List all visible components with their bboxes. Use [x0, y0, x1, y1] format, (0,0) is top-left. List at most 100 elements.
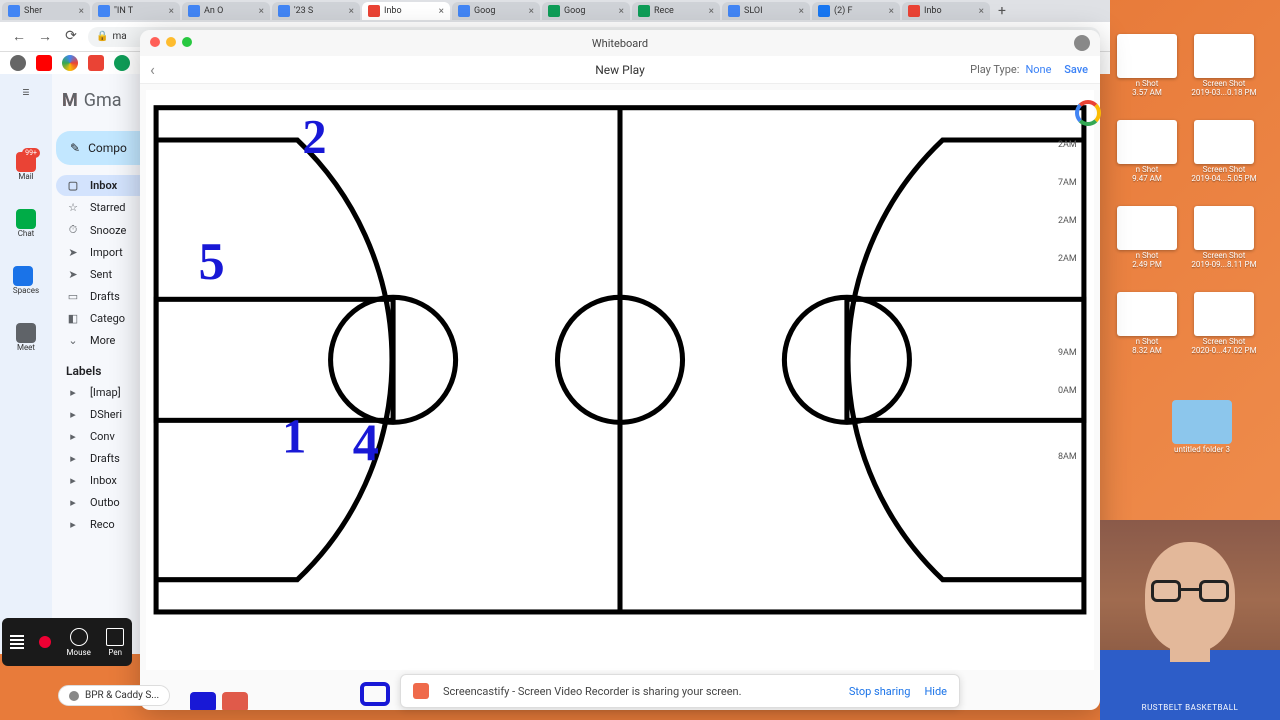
nav-label: Starred: [90, 201, 126, 214]
file-subtitle: 3.57 AM: [1113, 89, 1181, 98]
play-title[interactable]: New Play: [595, 63, 645, 77]
close-icon[interactable]: ×: [619, 6, 624, 17]
browser-tab[interactable]: SLOI×: [722, 2, 810, 20]
timestamp: 7AM: [1058, 178, 1108, 188]
timestamp-strip: 2AM7AM2AM2AM9AM0AM8AM: [1058, 140, 1108, 462]
player-2: 2: [302, 111, 326, 164]
label-text: Outbo: [90, 496, 120, 509]
browser-tab[interactable]: (2) F ×: [812, 2, 900, 20]
browser-tab[interactable]: An O×: [182, 2, 270, 20]
rail-item[interactable]: Chat: [16, 209, 36, 238]
browser-tab[interactable]: Sher×: [2, 2, 90, 20]
swatch-blue[interactable]: [190, 692, 216, 710]
close-icon[interactable]: ×: [529, 6, 534, 17]
bookmark-gmail[interactable]: [88, 55, 104, 71]
court-svg: 2 5 1 4: [146, 90, 1094, 670]
file-thumb-icon: [1194, 206, 1254, 250]
desktop-file[interactable]: Screen Shot2019-03...0.18 PM: [1190, 34, 1258, 98]
desktop-file[interactable]: Screen Shot2020-0...47.02 PM: [1190, 292, 1258, 356]
close-window[interactable]: [150, 37, 160, 47]
forward-button[interactable]: →: [36, 28, 54, 46]
favicon: [638, 5, 650, 17]
mouse-icon: [70, 628, 88, 646]
window-title: Whiteboard: [592, 37, 648, 50]
desktop-file[interactable]: Screen Shot2019-04...5.05 PM: [1190, 120, 1258, 184]
maximize-window[interactable]: [182, 37, 192, 47]
tab-label: (2) F: [834, 6, 852, 16]
bookmark-youtube[interactable]: [36, 55, 52, 71]
favicon: [8, 5, 20, 17]
desktop-file[interactable]: n Shot8.32 AM: [1113, 292, 1181, 356]
annot-mouse[interactable]: Mouse: [67, 628, 91, 657]
browser-tab[interactable]: Rece×: [632, 2, 720, 20]
minimize-window[interactable]: [166, 37, 176, 47]
drawn-shape-tool[interactable]: [360, 682, 390, 706]
file-subtitle: 2020-0...47.02 PM: [1190, 347, 1258, 356]
close-icon[interactable]: ×: [439, 6, 444, 17]
browser-tab[interactable]: Inbo×: [902, 2, 990, 20]
annot-record[interactable]: [39, 636, 51, 648]
play-type-value[interactable]: None: [1025, 63, 1051, 76]
toolbar-right: Play Type: None Save: [970, 63, 1088, 76]
annot-pen[interactable]: Pen: [106, 628, 124, 657]
file-subtitle: 2019-03...0.18 PM: [1190, 89, 1258, 98]
rail-item[interactable]: Spaces: [13, 266, 39, 295]
close-icon[interactable]: ×: [79, 6, 84, 17]
swatch-red[interactable]: [222, 692, 248, 710]
grid-icon: [10, 635, 24, 649]
desktop-folder[interactable]: untitled folder 3: [1168, 400, 1236, 455]
close-icon[interactable]: ×: [349, 6, 354, 17]
bookmark-item[interactable]: [114, 55, 130, 71]
browser-tab[interactable]: '23 S×: [272, 2, 360, 20]
player-4: 4: [353, 415, 379, 473]
reload-button[interactable]: ⟳: [62, 28, 80, 46]
browser-tab[interactable]: Goog×: [452, 2, 540, 20]
whiteboard-window: Whiteboard ‹ New Play Play Type: None Sav…: [140, 30, 1100, 710]
address-text: ma: [112, 31, 126, 42]
browser-tab[interactable]: Inbo×: [362, 2, 450, 20]
back-chevron-icon[interactable]: ‹: [150, 60, 155, 79]
court-canvas[interactable]: 2 5 1 4: [146, 90, 1094, 670]
browser-tab[interactable]: Goog ×: [542, 2, 630, 20]
player-1: 1: [282, 411, 306, 464]
close-icon[interactable]: ×: [889, 6, 894, 17]
rail-item[interactable]: Meet: [16, 323, 36, 352]
menu-icon[interactable]: ☰: [22, 88, 29, 97]
desktop-file[interactable]: n Shot3.57 AM: [1113, 34, 1181, 98]
close-icon[interactable]: ×: [799, 6, 804, 17]
nav-icon: ▢: [66, 179, 80, 192]
label-text: Reco: [90, 518, 115, 531]
close-icon[interactable]: ×: [979, 6, 984, 17]
browser-tab[interactable]: "IN T×: [92, 2, 180, 20]
bookmark-google[interactable]: [62, 55, 78, 71]
annotation-toolbar[interactable]: Mouse Pen: [2, 618, 132, 666]
webcam-pip[interactable]: RUSTBELT BASKETBALL: [1100, 520, 1280, 720]
tab-label: Goog: [564, 6, 585, 16]
label-icon: ▸: [66, 408, 80, 421]
bookmark-apps[interactable]: [10, 55, 26, 71]
nav-label: Snooze: [90, 224, 126, 237]
gmail-chip[interactable]: BPR & Caddy S...: [58, 685, 170, 706]
desktop-file[interactable]: Screen Shot2019-09...8.11 PM: [1190, 206, 1258, 270]
hide-bar-button[interactable]: Hide: [924, 685, 947, 698]
close-icon[interactable]: ×: [709, 6, 714, 17]
rail-item[interactable]: 99+Mail: [16, 152, 36, 181]
rail-label: Meet: [16, 343, 36, 352]
desktop-file[interactable]: n Shot9.47 AM: [1113, 120, 1181, 184]
nav-icon: ⌄: [66, 334, 80, 347]
nav-icon: ➤: [66, 246, 80, 259]
stop-sharing-button[interactable]: Stop sharing: [849, 685, 911, 698]
annot-grid[interactable]: [10, 635, 24, 649]
save-button[interactable]: Save: [1064, 63, 1088, 76]
label-text: [Imap]: [90, 386, 121, 399]
desktop-file[interactable]: n Shot2.49 PM: [1113, 206, 1181, 270]
new-tab-button[interactable]: +: [992, 3, 1012, 19]
close-icon[interactable]: ×: [169, 6, 174, 17]
close-icon[interactable]: ×: [259, 6, 264, 17]
back-button[interactable]: ←: [10, 28, 28, 46]
favicon: [458, 5, 470, 17]
user-avatar[interactable]: [1074, 35, 1090, 51]
file-thumb-icon: [1117, 34, 1177, 78]
play-type-label: Play Type:: [970, 63, 1019, 76]
rail-icon: 99+: [16, 152, 36, 172]
